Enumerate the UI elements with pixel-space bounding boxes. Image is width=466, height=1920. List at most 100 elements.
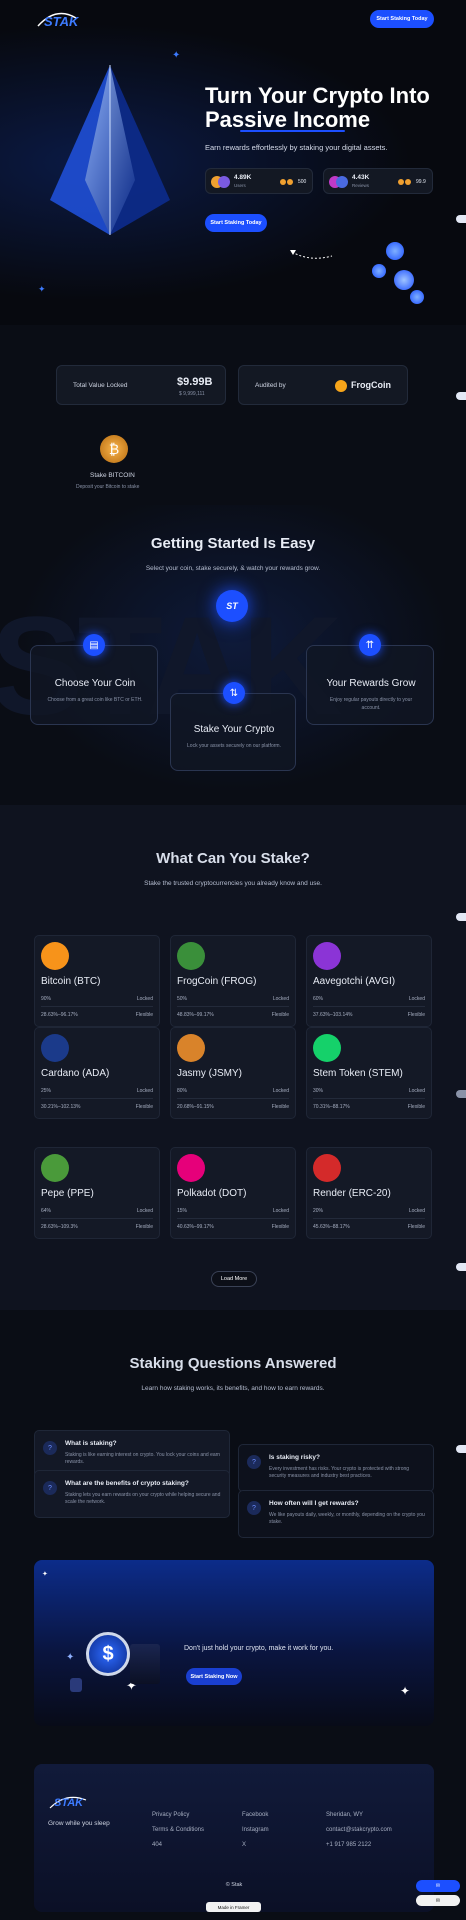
divider	[177, 1098, 289, 1099]
stat-count: 500	[298, 179, 307, 185]
footer-link[interactable]: Facebook	[242, 1812, 268, 1818]
step-card-stake: ⇅ Stake Your Crypto Lock your assets sec…	[170, 682, 296, 771]
coin-apy: 40.63%–99.17%	[177, 1224, 214, 1230]
language-flag-icon[interactable]	[456, 913, 466, 921]
coin-name: Aavegotchi (AVGI)	[313, 976, 396, 987]
coin-lock-label: Locked	[136, 996, 153, 1002]
hero-cta-button[interactable]: Start Staking Today	[205, 214, 267, 232]
stat-value: 4.89K	[234, 174, 252, 181]
faq-item[interactable]: ? What are the benefits of crypto staking…	[34, 1470, 230, 1518]
divider	[177, 1218, 289, 1219]
hero-section: STAK Start Staking Today ✦ ✦ Turn Your C…	[0, 0, 466, 325]
what-stake-section: What Can You Stake? Stake the trusted cr…	[0, 805, 466, 1310]
audited-label: Audited by	[255, 382, 286, 389]
rewards-icon: ⇈	[359, 634, 381, 656]
coin-dots-icon	[398, 179, 412, 185]
coin-flex-label: Flexible	[135, 1012, 153, 1018]
footer-link[interactable]: Instagram	[242, 1827, 269, 1833]
sparkle-icon: ✦	[400, 1684, 411, 1698]
faq-answer: Every investment has risks. Your crypto …	[269, 1466, 410, 1479]
coin-lock-row: 64% Locked	[41, 1208, 153, 1214]
faq-question: How often will I get rewards?	[269, 1500, 359, 1507]
language-flag-icon[interactable]	[456, 1445, 466, 1453]
stat-count: 99.9	[416, 179, 426, 185]
audited-brand: FrogCoin	[351, 380, 391, 390]
coin-percent: 64%	[41, 1208, 52, 1214]
avatar-group-icon	[329, 176, 349, 188]
footer-link[interactable]: contact@stakcrypto.com	[326, 1827, 392, 1833]
coin-lock-label: Locked	[272, 1208, 289, 1214]
divider	[41, 1006, 153, 1007]
step-desc: Lock your assets securely on our platfor…	[187, 743, 281, 749]
language-flag-icon[interactable]	[456, 215, 466, 223]
load-more-button[interactable]: Load More	[211, 1271, 257, 1287]
divider	[313, 1006, 425, 1007]
coin-apy-row: 37.63%–103.14% Flexible	[313, 1012, 425, 1018]
footer-link[interactable]: 404	[152, 1842, 162, 1848]
hero-title-line2: Passive Income	[205, 107, 371, 132]
faq-item[interactable]: ? Is staking risky? Every investment has r…	[238, 1444, 434, 1492]
coin-lock-row: 20% Locked	[313, 1208, 425, 1214]
footer-section: STAK Grow while you sleep Privacy Policy…	[0, 1750, 466, 1920]
step-title: Choose Your Coin	[54, 678, 136, 689]
faq-question: What are the benefits of crypto staking?	[65, 1480, 189, 1487]
language-flag-icon[interactable]	[456, 392, 466, 400]
audited-card: Audited by FrogCoin	[238, 365, 408, 405]
footer-link[interactable]: Privacy Policy	[152, 1812, 189, 1818]
coin-logo-icon	[41, 942, 69, 970]
chat-widget-button[interactable]: ✉	[416, 1880, 460, 1892]
robot-icon	[70, 1678, 82, 1692]
crystal-pyramid-image	[50, 65, 170, 235]
footer-link[interactable]: X	[242, 1842, 246, 1848]
question-icon: ?	[43, 1441, 57, 1455]
coin-logo-icon	[313, 1154, 341, 1182]
coin-logo-icon	[313, 942, 341, 970]
cta-banner-button[interactable]: Start Staking Now	[186, 1668, 242, 1685]
coin-percent: 60%	[313, 996, 324, 1002]
coin-percent: 20%	[313, 1208, 324, 1214]
faq-answer: Staking lets you earn rewards on your cr…	[65, 1492, 221, 1505]
language-flag-icon[interactable]	[456, 1090, 466, 1098]
footer-link[interactable]: Terms & Conditions	[152, 1827, 204, 1833]
coin-apy-row: 40.63%–99.17% Flexible	[177, 1224, 289, 1230]
divider	[313, 1218, 425, 1219]
coin-apy-row: 70.31%–88.17% Flexible	[313, 1104, 425, 1110]
title-underline	[240, 130, 345, 132]
language-flag-icon[interactable]	[456, 1263, 466, 1271]
framer-badge[interactable]: Made in Framer	[206, 1902, 261, 1912]
logo[interactable]: STAK	[36, 10, 78, 37]
coin-card[interactable]: Jasmy (JSMY) 80% Locked 20.68%–91.15% Flexib…	[170, 1027, 296, 1119]
coin-name: Polkadot (DOT)	[177, 1188, 247, 1199]
coin-card[interactable]: Bitcoin (BTC) 90% Locked 28.63%–96.17% Flexi…	[34, 935, 160, 1027]
coin-apy-row: 30.21%–102.13% Flexible	[41, 1104, 153, 1110]
coin-card[interactable]: Polkadot (DOT) 15% Locked 40.63%–99.17% Flex…	[170, 1147, 296, 1239]
coin-flex-label: Flexible	[271, 1224, 289, 1230]
coin-card[interactable]: Pepe (PPE) 64% Locked 28.63%–109.3% Flexible	[34, 1147, 160, 1239]
coin-apy: 37.63%–103.14%	[313, 1012, 353, 1018]
coin-flex-label: Flexible	[135, 1104, 153, 1110]
coin-flex-label: Flexible	[407, 1012, 425, 1018]
coin-logo-icon	[313, 1034, 341, 1062]
faq-item[interactable]: ? How often will I get rewards? We like pa…	[238, 1490, 434, 1538]
coin-card[interactable]: Aavegotchi (AVGI) 60% Locked 37.63%–103.14%…	[306, 935, 432, 1027]
chat-widget-alt-button[interactable]: ✉	[416, 1895, 460, 1906]
coin-apy: 20.68%–91.15%	[177, 1104, 214, 1110]
hero-subtitle: Earn rewards effortlessly by staking you…	[205, 143, 388, 152]
footer-link[interactable]: Sheridan, WY	[326, 1812, 363, 1818]
step-title: Your Rewards Grow	[326, 678, 416, 689]
coin-card[interactable]: Stem Token (STEM) 30% Locked 70.31%–88.17% F…	[306, 1027, 432, 1119]
step-title: Stake Your Crypto	[193, 724, 275, 735]
step-card-choose: ▤ Choose Your Coin Choose from a great c…	[30, 634, 158, 725]
nav-cta-button[interactable]: Start Staking Today	[370, 10, 434, 28]
section-title: What Can You Stake?	[156, 850, 310, 867]
hero-title: Turn Your Crypto Into Passive Income	[205, 84, 430, 132]
coin-lock-row: 90% Locked	[41, 996, 153, 1002]
coin-name: FrogCoin (FROG)	[177, 976, 257, 987]
coin-lock-label: Locked	[136, 1208, 153, 1214]
coin-card[interactable]: Cardano (ADA) 25% Locked 30.21%–102.13% Flex…	[34, 1027, 160, 1119]
footer-link[interactable]: +1 917 985 2122	[326, 1842, 371, 1848]
footer-logo[interactable]: STAK	[48, 1794, 88, 1817]
coin-card[interactable]: Render (ERC-20) 20% Locked 45.63%–88.17% Fle…	[306, 1147, 432, 1239]
coin-apy: 28.63%–109.3%	[41, 1224, 78, 1230]
coin-card[interactable]: FrogCoin (FROG) 50% Locked 48.83%–99.17% Fle…	[170, 935, 296, 1027]
